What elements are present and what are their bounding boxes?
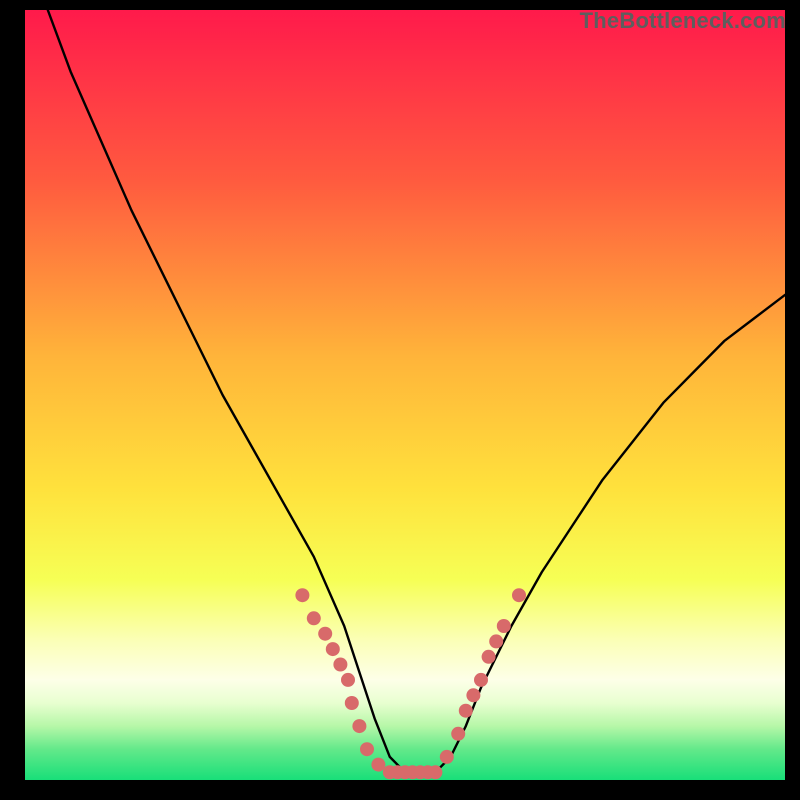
curve-marker xyxy=(474,673,488,687)
curve-marker xyxy=(428,765,442,779)
curve-marker xyxy=(345,696,359,710)
chart-svg xyxy=(25,10,785,780)
curve-marker xyxy=(352,719,366,733)
curve-marker xyxy=(360,742,374,756)
curve-marker xyxy=(466,688,480,702)
curve-marker xyxy=(295,588,309,602)
curve-marker xyxy=(489,634,503,648)
plot-area xyxy=(25,10,785,780)
curve-marker xyxy=(318,627,332,641)
curve-marker xyxy=(482,650,496,664)
curve-marker xyxy=(451,727,465,741)
curve-marker xyxy=(326,642,340,656)
curve-marker xyxy=(307,611,321,625)
curve-marker xyxy=(459,704,473,718)
curve-marker xyxy=(333,658,347,672)
curve-marker xyxy=(341,673,355,687)
curve-marker xyxy=(512,588,526,602)
chart-stage: TheBottleneck.com xyxy=(0,0,800,800)
curve-marker xyxy=(497,619,511,633)
curve-marker xyxy=(371,758,385,772)
curve-marker xyxy=(440,750,454,764)
watermark-text: TheBottleneck.com xyxy=(580,8,786,34)
